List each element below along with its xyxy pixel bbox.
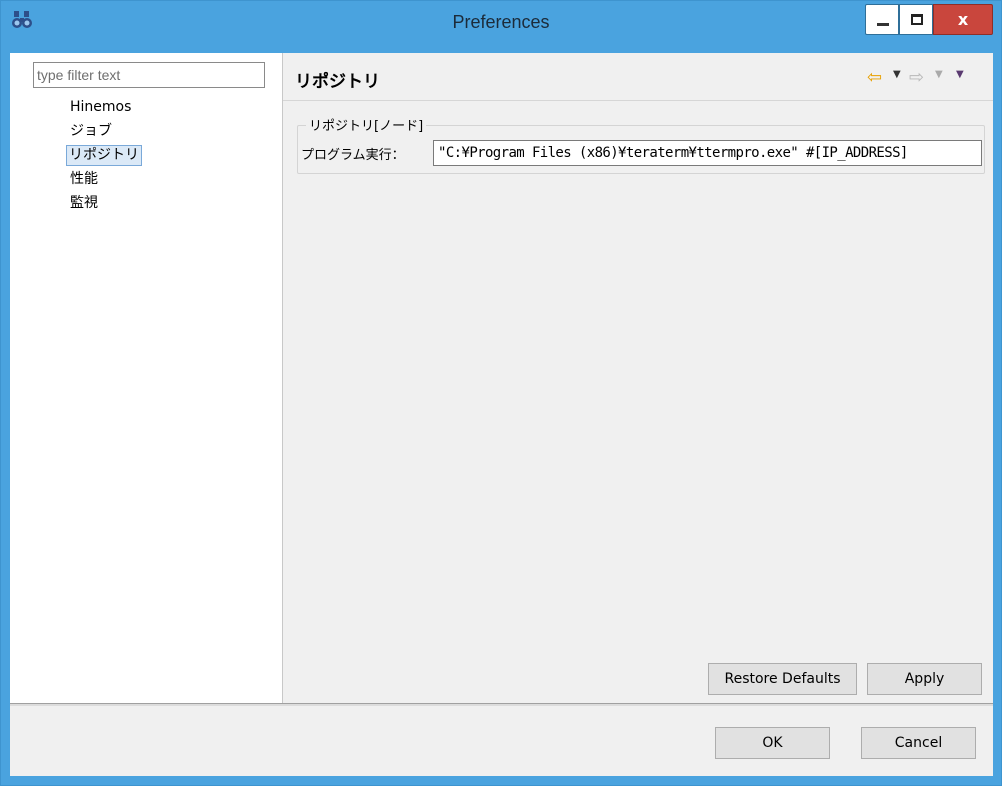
back-arrow-icon[interactable]: ⇦ <box>867 67 882 88</box>
title-bar[interactable]: Preferences x <box>1 1 1001 47</box>
restore-defaults-button[interactable]: Restore Defaults <box>708 663 857 695</box>
apply-button[interactable]: Apply <box>867 663 982 695</box>
ok-button[interactable]: OK <box>715 727 830 759</box>
group-legend: リポジトリ[ノード] <box>306 115 427 134</box>
dialog-body: Hinemos ジョブ リポジトリ 性能 監視 リポジトリ ⇦ ▼ ⇨ ▼ ▼ … <box>10 53 993 776</box>
cancel-button[interactable]: Cancel <box>861 727 976 759</box>
view-menu-icon[interactable]: ▼ <box>956 69 964 80</box>
maximize-button[interactable] <box>899 4 933 35</box>
header-divider <box>283 100 993 101</box>
filter-input[interactable] <box>33 62 265 88</box>
tree-item-repository[interactable]: リポジトリ <box>66 145 142 166</box>
maximize-icon <box>911 14 923 25</box>
preference-tree-panel: Hinemos ジョブ リポジトリ 性能 監視 <box>10 53 283 703</box>
back-dropdown-icon[interactable]: ▼ <box>893 69 901 80</box>
tree-item-job[interactable]: ジョブ <box>68 121 114 141</box>
close-button[interactable]: x <box>933 4 993 35</box>
preferences-window: Preferences x Hinemos ジョブ リポジトリ 性能 監視 リポ… <box>0 0 1002 786</box>
page-title: リポジトリ <box>295 72 380 92</box>
tree-item-hinemos[interactable]: Hinemos <box>68 97 133 117</box>
minimize-icon <box>877 23 889 26</box>
program-exec-label: プログラム実行： <box>301 148 405 163</box>
close-icon: x <box>957 10 969 29</box>
footer-divider <box>10 703 993 706</box>
forward-dropdown-icon[interactable]: ▼ <box>935 69 943 80</box>
page-navigation: ⇦ ▼ ⇨ ▼ ▼ <box>867 67 987 88</box>
tree-item-monitor[interactable]: 監視 <box>68 193 100 213</box>
window-title: Preferences <box>452 12 550 32</box>
program-exec-input[interactable] <box>433 140 982 166</box>
minimize-button[interactable] <box>865 4 899 35</box>
forward-arrow-icon[interactable]: ⇨ <box>909 67 924 88</box>
repository-node-group: リポジトリ[ノード] プログラム実行： <box>297 115 985 174</box>
preference-page: リポジトリ ⇦ ▼ ⇨ ▼ ▼ リポジトリ[ノード] プログラム実行： Rest… <box>283 53 993 703</box>
tree-item-performance[interactable]: 性能 <box>68 169 100 189</box>
